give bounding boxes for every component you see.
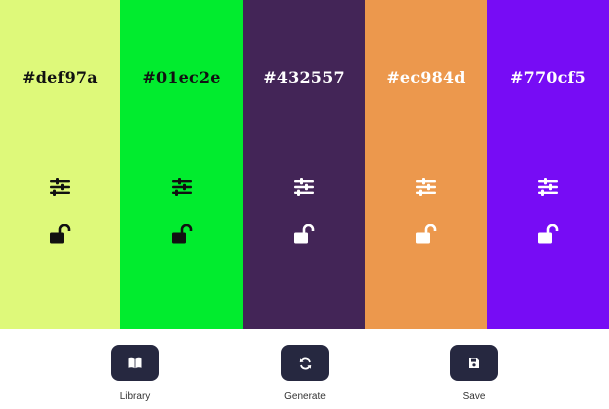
generate-label: Generate xyxy=(284,391,326,402)
adjust-button[interactable] xyxy=(536,176,560,198)
generate-tool: Generate xyxy=(265,345,345,402)
save-button[interactable] xyxy=(450,345,498,381)
sliders-icon xyxy=(294,178,314,196)
color-swatch-4: #ec984d xyxy=(365,0,487,329)
sliders-icon xyxy=(538,178,558,196)
library-label: Library xyxy=(119,391,151,402)
hex-code-label[interactable]: #01ec2e xyxy=(120,68,243,87)
unlocked-icon xyxy=(50,224,71,244)
save-tool: Save xyxy=(434,345,514,402)
unlocked-icon xyxy=(294,224,315,244)
adjust-button[interactable] xyxy=(170,176,194,198)
adjust-button[interactable] xyxy=(292,176,316,198)
sliders-icon xyxy=(50,178,70,196)
adjust-button[interactable] xyxy=(414,176,438,198)
library-tool: Library xyxy=(95,345,175,402)
hex-code-label[interactable]: #ec984d xyxy=(365,68,487,87)
color-palette: #def97a #01ec2e #432557 #ec984d #770cf5 xyxy=(0,0,609,329)
hex-code-label[interactable]: #770cf5 xyxy=(487,68,609,87)
color-swatch-3: #432557 xyxy=(243,0,365,329)
save-label: Save xyxy=(462,391,486,402)
unlocked-icon xyxy=(538,224,559,244)
color-swatch-2: #01ec2e xyxy=(120,0,243,329)
lock-toggle-button[interactable] xyxy=(536,222,560,246)
color-swatch-1: #def97a xyxy=(0,0,120,329)
bottom-toolbar: Library Generate Save xyxy=(0,329,609,409)
book-icon xyxy=(128,357,142,369)
adjust-button[interactable] xyxy=(48,176,72,198)
unlocked-icon xyxy=(171,224,192,244)
lock-toggle-button[interactable] xyxy=(48,222,72,246)
sliders-icon xyxy=(171,178,192,196)
color-swatch-5: #770cf5 xyxy=(487,0,609,329)
unlocked-icon xyxy=(416,224,437,244)
lock-toggle-button[interactable] xyxy=(170,222,194,246)
sliders-icon xyxy=(416,178,436,196)
lock-toggle-button[interactable] xyxy=(414,222,438,246)
hex-code-label[interactable]: #432557 xyxy=(243,68,365,87)
library-button[interactable] xyxy=(111,345,159,381)
lock-toggle-button[interactable] xyxy=(292,222,316,246)
save-icon xyxy=(469,358,479,368)
hex-code-label[interactable]: #def97a xyxy=(0,68,120,87)
refresh-icon xyxy=(299,357,311,369)
generate-button[interactable] xyxy=(281,345,329,381)
